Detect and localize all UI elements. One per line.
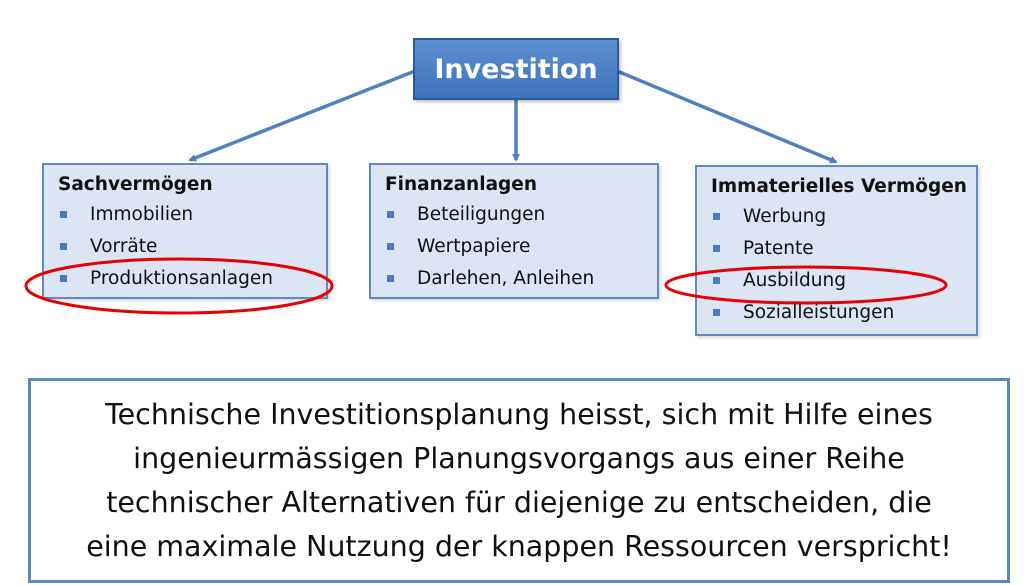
bullet-square-icon bbox=[387, 275, 394, 282]
list-item-label: Vorräte bbox=[90, 236, 158, 257]
bullet-square-icon bbox=[713, 277, 720, 284]
list-item-label: Beteiligungen bbox=[417, 204, 546, 225]
category-box-immaterielles-vermoegen: Immaterielles Vermögen Werbung Patente A… bbox=[695, 165, 978, 336]
category-item-list: Immobilien Vorräte Produktionsanlagen bbox=[58, 199, 316, 295]
list-item-label: Ausbildung bbox=[743, 270, 846, 291]
statement-line: eine maximale Nutzung der knappen Ressou… bbox=[86, 529, 952, 563]
category-item-list: Werbung Patente Ausbildung Sozialleistun… bbox=[711, 201, 966, 329]
list-item: Werbung bbox=[711, 201, 966, 233]
bullet-square-icon bbox=[60, 275, 67, 282]
list-item-label: Darlehen, Anleihen bbox=[417, 268, 595, 289]
category-title: Sachvermögen bbox=[58, 174, 213, 195]
statement-line: technischer Alternativen für diejenige z… bbox=[106, 485, 932, 519]
list-item-label: Sozialleistungen bbox=[743, 302, 895, 323]
bullet-square-icon bbox=[713, 213, 720, 220]
list-item: Sozialleistungen bbox=[711, 297, 966, 329]
list-item-label: Produktionsanlagen bbox=[90, 268, 273, 289]
bullet-square-icon bbox=[713, 309, 720, 316]
bullet-square-icon bbox=[387, 243, 394, 250]
definition-statement-text: Technische Investitionsplanung heisst, s… bbox=[86, 393, 952, 569]
list-item-label: Wertpapiere bbox=[417, 236, 531, 257]
statement-line: Technische Investitionsplanung heisst, s… bbox=[105, 397, 933, 431]
arrow-to-immaterielles bbox=[616, 69, 838, 164]
list-item: Wertpapiere bbox=[385, 231, 647, 263]
category-title: Immaterielles Vermögen bbox=[711, 176, 967, 197]
list-item-label: Werbung bbox=[743, 206, 827, 227]
statement-line: ingenieurmässigen Planungsvorgangs aus e… bbox=[133, 441, 905, 475]
list-item: Vorräte bbox=[58, 231, 316, 263]
list-item-label: Immobilien bbox=[90, 204, 194, 225]
category-title: Finanzanlagen bbox=[385, 174, 538, 195]
list-item: Patente bbox=[711, 233, 966, 265]
definition-statement-box: Technische Investitionsplanung heisst, s… bbox=[28, 378, 1010, 583]
list-item-label: Patente bbox=[743, 238, 814, 259]
bullet-square-icon bbox=[713, 245, 720, 252]
root-node-investition: Investition bbox=[413, 38, 619, 100]
list-item: Darlehen, Anleihen bbox=[385, 263, 647, 295]
list-item: Beteiligungen bbox=[385, 199, 647, 231]
category-box-finanzanlagen: Finanzanlagen Beteiligungen Wertpapiere … bbox=[369, 163, 659, 299]
root-label: Investition bbox=[434, 53, 598, 85]
bullet-square-icon bbox=[60, 211, 67, 218]
arrow-to-sachvermoegen bbox=[188, 69, 416, 162]
list-item: Immobilien bbox=[58, 199, 316, 231]
list-item: Ausbildung bbox=[711, 265, 966, 297]
category-box-sachvermoegen: Sachvermögen Immobilien Vorräte Produkti… bbox=[42, 163, 328, 299]
bullet-square-icon bbox=[60, 243, 67, 250]
list-item: Produktionsanlagen bbox=[58, 263, 316, 295]
bullet-square-icon bbox=[387, 211, 394, 218]
category-item-list: Beteiligungen Wertpapiere Darlehen, Anle… bbox=[385, 199, 647, 295]
